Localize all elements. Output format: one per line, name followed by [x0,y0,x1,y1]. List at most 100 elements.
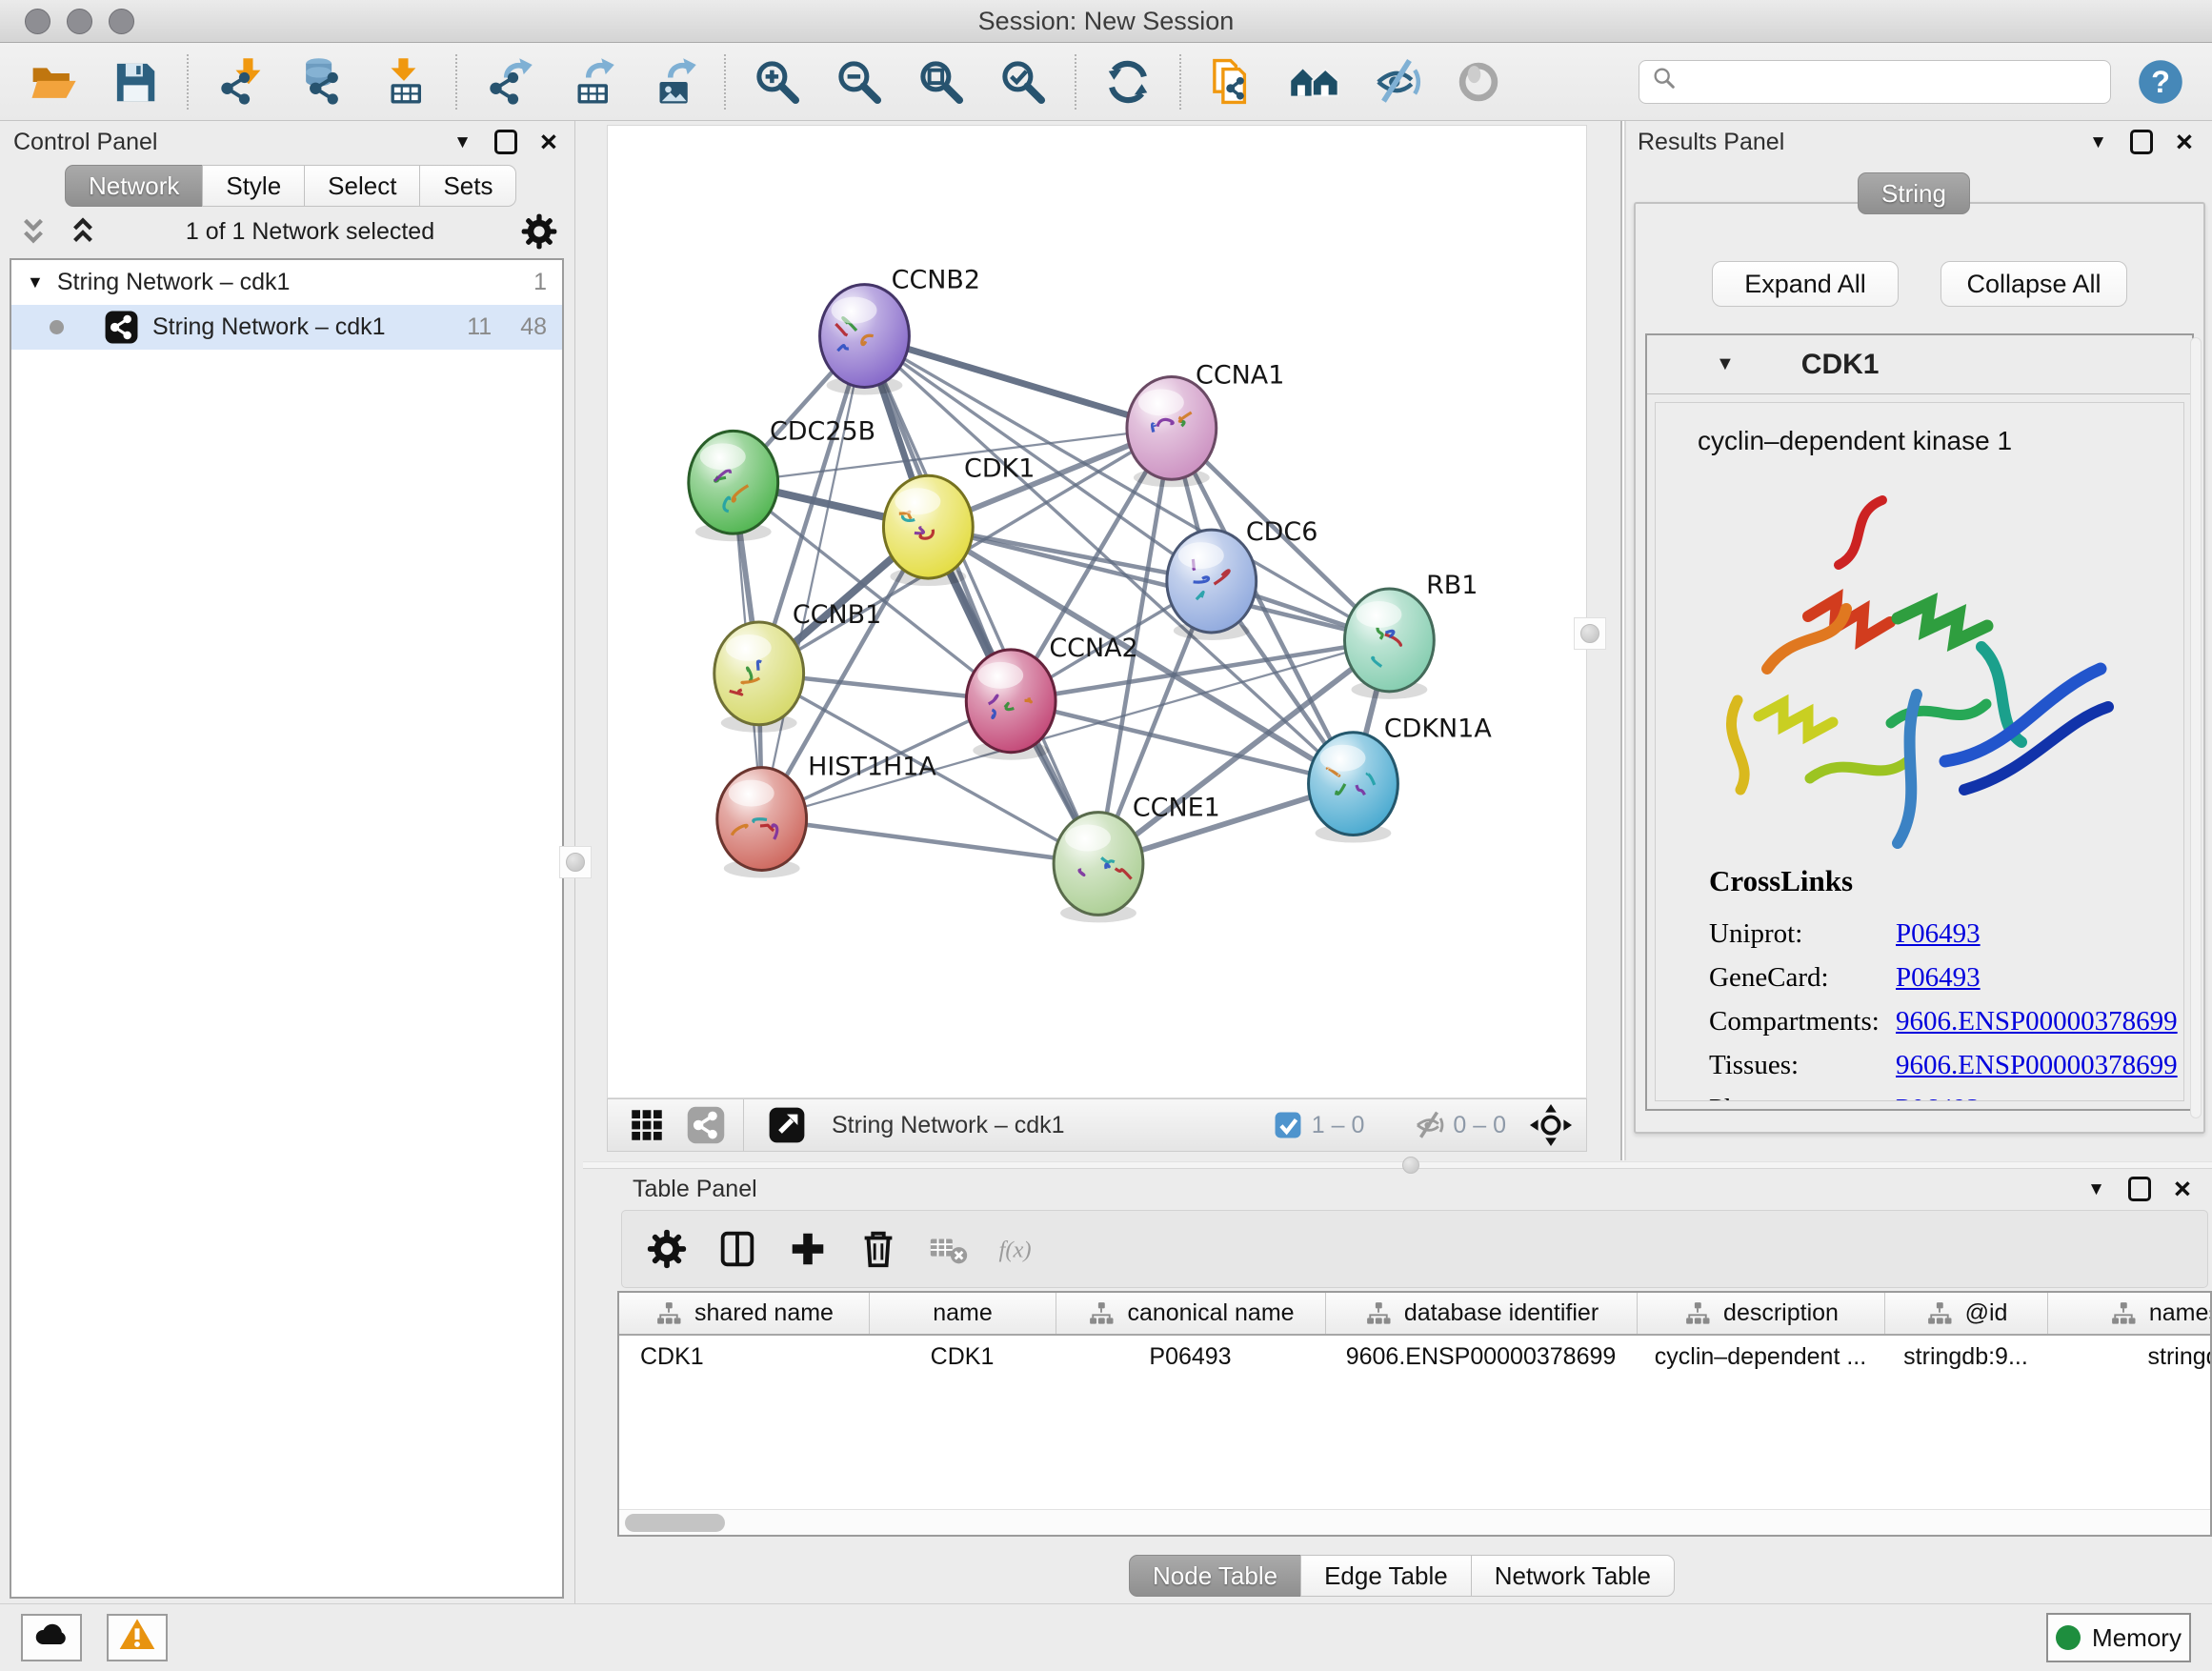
import-network-icon[interactable] [213,55,267,109]
network-node-CCNE1[interactable] [1054,813,1143,923]
entry-expander-icon[interactable]: ▼ [1716,353,1735,375]
fit-selected-crosshair-icon[interactable] [1529,1103,1573,1147]
column-header-database-identifier[interactable]: database identifier [1325,1293,1637,1334]
left-splitter-handle[interactable] [559,846,592,878]
table-options-gear-icon[interactable] [645,1227,689,1271]
save-icon[interactable] [109,55,162,109]
tab-sets[interactable]: Sets [419,165,516,207]
horizontal-divider[interactable] [583,1161,2212,1169]
column-header-namespace[interactable]: namespace [2047,1293,2212,1334]
crosslink-link[interactable]: P06493 [1896,918,1981,950]
network-node-CCNB1[interactable] [714,622,804,733]
control-panel-float-icon[interactable] [494,130,517,154]
hide-selection-icon[interactable] [1370,55,1423,109]
import-database-icon[interactable] [295,55,349,109]
control-panel-collapse-icon[interactable]: ▼ [453,133,472,151]
tab-node-table[interactable]: Node Table [1129,1555,1301,1597]
zoom-out-icon[interactable] [833,55,886,109]
expand-all-button[interactable]: Expand All [1712,261,1899,307]
zoom-selected-icon[interactable] [996,55,1050,109]
network-options-gear-icon[interactable] [519,211,559,252]
show-columns-icon[interactable] [715,1227,759,1271]
right-splitter-handle[interactable] [1574,617,1606,650]
scrollbar-thumb[interactable] [625,1514,725,1532]
crosslink-link[interactable]: 9606.ENSP00000378699 [1896,1050,2178,1081]
help-icon[interactable]: ? [2136,57,2185,107]
network-node-CCNA2[interactable] [966,650,1056,760]
network-edge-HIST1H1A-CCNE1[interactable] [762,819,1098,864]
table-panel-float-icon[interactable] [2128,1177,2151,1201]
network-edge-CCNB2-CCNE1[interactable] [864,336,1098,864]
network-edge-CCNB2-HIST1H1A[interactable] [762,336,865,819]
table-cell: stringdb:9... [1884,1336,2047,1378]
column-header-@id[interactable]: @id [1884,1293,2047,1334]
network-node-CCNA1[interactable] [1127,376,1217,487]
network-node-HIST1H1A[interactable] [717,768,807,878]
network-tree-row-selected[interactable]: String Network – cdk1 11 48 [11,305,562,350]
table-panel-close-icon[interactable]: × [2174,1178,2191,1201]
tree-expander-icon[interactable]: ▼ [27,272,44,292]
results-panel-collapse-icon[interactable]: ▼ [2089,133,2107,151]
column-header-canonical-name[interactable]: canonical name [1056,1293,1325,1334]
toolbar-separator [1179,54,1181,110]
crosslink-link[interactable]: 9606.ENSP00000378699 [1896,1006,2178,1037]
refresh-icon[interactable] [1101,55,1155,109]
node-label-CDC6: CDC6 [1246,517,1318,547]
crosslink-link[interactable]: P06493 [1896,962,1981,994]
gene-entry-header[interactable]: ▼ CDK1 [1647,335,2192,394]
network-node-CDKN1A[interactable] [1309,733,1398,843]
show-all-icon[interactable] [1452,55,1505,109]
export-image-icon[interactable] [646,55,699,109]
tab-select[interactable]: Select [304,165,420,207]
birdseye-grid-icon[interactable] [627,1105,667,1145]
search-box[interactable] [1639,60,2111,104]
column-header-shared-name[interactable]: shared name [619,1293,869,1334]
warnings-button[interactable] [107,1614,168,1661]
network-graph[interactable]: CCNB2CCNA1CDC25BCDK1CDC6RB1CCNB1CCNA2CDK… [608,126,1586,1097]
cloud-button[interactable] [21,1614,82,1661]
tab-network[interactable]: Network [65,165,203,207]
open-icon[interactable] [27,55,80,109]
expand-all-networks-icon[interactable] [65,213,101,250]
results-panel-title: Results Panel [1638,129,1784,156]
table-row[interactable]: CDK1CDK1P064939606.ENSP00000378699cyclin… [619,1336,2210,1378]
search-input[interactable] [1685,69,2099,95]
network-tree-root-row[interactable]: ▼ String Network – cdk1 1 [11,260,562,305]
control-panel-close-icon[interactable]: × [540,131,557,154]
column-header-description[interactable]: description [1637,1293,1884,1334]
import-table-icon[interactable] [377,55,431,109]
tab-style[interactable]: Style [202,165,305,207]
network-edge-CCNB2-CCNA1[interactable] [864,336,1171,429]
network-canvas[interactable]: CCNB2CCNA1CDC25BCDK1CDC6RB1CCNB1CCNA2CDK… [607,125,1587,1098]
column-header-name[interactable]: name [869,1293,1056,1334]
network-share-icon[interactable] [686,1105,726,1145]
network-node-CDC25B[interactable] [689,431,778,541]
new-network-from-selection-icon[interactable] [1206,55,1259,109]
detach-view-icon[interactable] [767,1105,807,1145]
table-horizontal-scrollbar[interactable] [619,1509,2210,1535]
results-panel-close-icon[interactable]: × [2176,131,2193,154]
tab-string[interactable]: String [1858,172,1970,214]
export-network-icon[interactable] [482,55,535,109]
collapse-all-networks-icon[interactable] [15,213,51,250]
add-column-icon[interactable] [786,1227,830,1271]
tab-network-table[interactable]: Network Table [1471,1555,1675,1597]
first-neighbors-icon[interactable] [1288,55,1341,109]
selected-count: 1 – 0 [1312,1112,1365,1139]
delete-column-icon[interactable] [856,1227,900,1271]
selected-checkbox-icon[interactable] [1272,1109,1304,1141]
network-tree: ▼ String Network – cdk1 1 String Network… [10,258,564,1599]
memory-button[interactable]: Memory [2046,1613,2191,1662]
collapse-all-button[interactable]: Collapse All [1941,261,2127,307]
results-panel-float-icon[interactable] [2130,130,2153,154]
network-node-RB1[interactable] [1344,589,1434,699]
tab-edge-table[interactable]: Edge Table [1300,1555,1472,1597]
zoom-fit-icon[interactable] [915,55,968,109]
export-table-icon[interactable] [564,55,617,109]
zoom-in-icon[interactable] [751,55,804,109]
table-panel-collapse-icon[interactable]: ▼ [2087,1180,2105,1198]
hidden-eye-icon[interactable] [1413,1109,1445,1141]
crosslink-link[interactable]: P06493 [1896,1094,1981,1102]
network-node-CCNB2[interactable] [820,285,910,395]
results-scrollbar[interactable] [2190,337,2202,1118]
